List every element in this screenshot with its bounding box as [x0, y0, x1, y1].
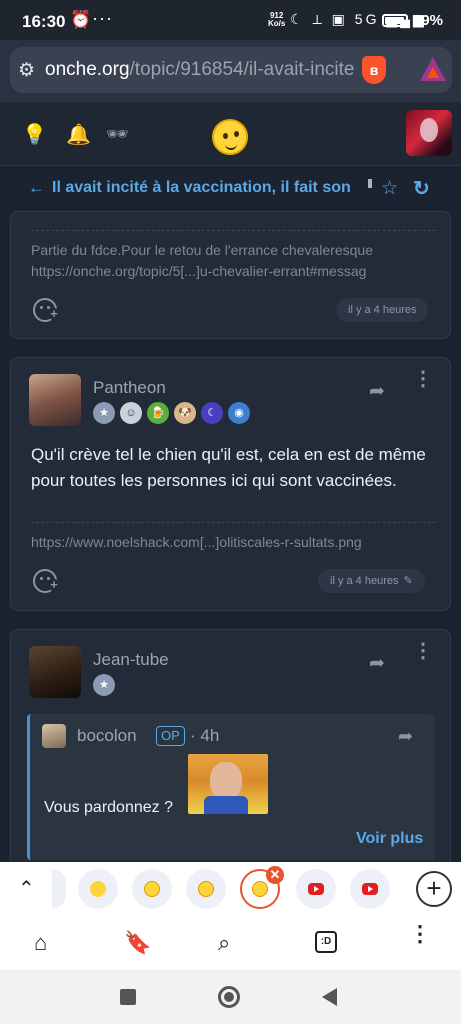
url-text[interactable]: onche.org/topic/916854/il-avait-incite: [45, 59, 360, 81]
topic-header: ← Il avait incité à la vaccination, il f…: [0, 167, 461, 211]
user-avatar[interactable]: [406, 110, 452, 156]
menu-icon[interactable]: ⋮: [409, 923, 431, 945]
op-badge: OP: [156, 726, 185, 746]
more-notifications-icon: ···: [92, 8, 113, 28]
tab-switcher-button[interactable]: :D: [315, 931, 337, 953]
share-icon[interactable]: ➦: [398, 726, 413, 747]
post-card: Pantheon ★ ☺ 🍺 🐶 ☾ ◉ ➦ ⋮ Qu'il crève tel le c…: [10, 357, 451, 611]
author-avatar[interactable]: [29, 646, 81, 698]
bell-icon[interactable]: 🔔: [66, 122, 91, 147]
tab-item[interactable]: [78, 869, 118, 909]
badge-star-icon[interactable]: ★: [93, 402, 115, 424]
post-time-text: il y a 4 heures: [330, 575, 399, 587]
url-host: onche.org: [45, 59, 130, 80]
author-avatar[interactable]: [29, 374, 81, 426]
collapse-up-icon[interactable]: ⌃: [18, 876, 35, 901]
post-body: Qu'il crève tel le chien qu'il est, cela…: [31, 445, 426, 490]
badge-beer-icon[interactable]: 🍺: [147, 402, 169, 424]
badge-list: ★ ☺ 🍺 🐶 ☾ ◉: [93, 402, 255, 424]
bookmark-icon[interactable]: 🔖: [124, 930, 151, 956]
post-time[interactable]: il y a 4 heures ✎: [318, 569, 425, 593]
quote-author-name[interactable]: bocolon: [77, 726, 137, 746]
tab-item[interactable]: [296, 869, 336, 909]
browser-toolbar: ⚙ onche.org/topic/916854/il-avait-incite…: [0, 40, 461, 102]
edit-icon: ✎: [403, 575, 413, 587]
add-reaction-icon[interactable]: [33, 569, 60, 593]
badge-moon-icon[interactable]: ☾: [201, 402, 223, 424]
quote-body: Vous pardonnez ?: [44, 799, 173, 816]
badge-eye-icon[interactable]: ◉: [228, 402, 250, 424]
address-bar[interactable]: ⚙ onche.org/topic/916854/il-avait-incite…: [10, 47, 452, 93]
site-settings-icon[interactable]: ⚙: [18, 59, 35, 82]
signature-link[interactable]: https://onche.org/topic/5[...]u-chevalie…: [31, 261, 366, 282]
network-speed: 912 Ko/s: [268, 12, 285, 28]
author-name[interactable]: Jean-tube: [93, 650, 169, 670]
lightbulb-icon[interactable]: 💡: [22, 122, 47, 147]
alarm-icon: ⏰: [70, 10, 92, 29]
signature-divider: [31, 522, 436, 523]
share-icon[interactable]: ➦: [369, 380, 385, 403]
back-arrow-icon[interactable]: ←: [28, 178, 45, 198]
signature-divider: [31, 230, 436, 231]
clock: 16:30: [22, 12, 66, 31]
share-icon[interactable]: ➦: [369, 652, 385, 675]
battery-icon: [382, 14, 408, 27]
brave-rewards-icon[interactable]: [420, 57, 446, 81]
post-card: Partie du fdce.Pour le retou de l'erranc…: [10, 211, 451, 339]
badge-star-icon[interactable]: ★: [93, 674, 115, 696]
url-path: /topic/916854/il-avait-incite: [129, 59, 355, 80]
site-header: 💡 🔔 🕶: [0, 102, 461, 166]
onche-logo-icon[interactable]: [212, 119, 248, 155]
quote-image[interactable]: [188, 754, 268, 814]
incognito-icon[interactable]: 🕶: [106, 124, 129, 145]
onche-favicon-icon: [198, 881, 214, 897]
search-icon[interactable]: ⌕: [218, 930, 230, 956]
see-more-link[interactable]: Voir plus: [356, 830, 423, 848]
badge-figure-icon[interactable]: ☺: [120, 402, 142, 424]
bottom-toolbar: ⌂ 🔖 ⌕ :D ⋮: [0, 918, 461, 970]
topic-title[interactable]: Il avait incité à la vaccination, il fai…: [52, 179, 358, 197]
refresh-icon[interactable]: ↻: [413, 176, 430, 201]
battery-percent: 89%: [413, 12, 444, 29]
onche-favicon-icon: [252, 881, 268, 897]
favicon-dot-icon: [90, 881, 106, 897]
add-reaction-icon[interactable]: [33, 298, 60, 322]
quote-author-avatar[interactable]: [42, 724, 66, 748]
more-options-icon[interactable]: ⋮: [413, 641, 433, 661]
recents-icon[interactable]: [120, 989, 136, 1005]
scroll-marker: [368, 179, 372, 188]
youtube-favicon-icon: [308, 883, 324, 895]
quoted-message: bocolon OP · 4h ➦ Vous pardonnez ? Voir …: [27, 714, 435, 860]
tab-item[interactable]: [186, 869, 226, 909]
back-icon[interactable]: [322, 988, 337, 1006]
post-card: Jean-tube ★ ➦ ⋮ bocolon OP · 4h ➦ Vous p…: [10, 629, 451, 869]
new-tab-icon[interactable]: +: [416, 871, 452, 907]
badge-list: ★: [93, 674, 120, 696]
signature-link[interactable]: https://www.noelshack.com[...]olitiscale…: [31, 532, 362, 553]
tab-strip: ⌃ +: [0, 862, 461, 918]
onche-favicon-icon: [144, 881, 160, 897]
status-bar: 16:30 ⏰ ··· 912 Ko/s ☾ ⟂ ▣ 5G ▂▄▆ 89%: [0, 0, 461, 40]
network-speed-unit: Ko/s: [268, 19, 286, 28]
author-name[interactable]: Pantheon: [93, 378, 166, 398]
tab-item[interactable]: [350, 869, 390, 909]
tab-partial[interactable]: [52, 869, 66, 909]
badge-dog-icon[interactable]: 🐶: [174, 402, 196, 424]
close-tab-icon[interactable]: ✕: [266, 866, 284, 884]
system-navigation: [0, 970, 461, 1024]
youtube-favicon-icon: [362, 883, 378, 895]
more-options-icon[interactable]: ⋮: [413, 369, 433, 389]
quote-time: · 4h: [190, 726, 220, 745]
star-icon[interactable]: ☆: [381, 177, 398, 200]
home-icon[interactable]: ⌂: [34, 930, 47, 956]
tab-item[interactable]: [132, 869, 172, 909]
post-time[interactable]: il y a 4 heures: [336, 298, 429, 322]
signature-line: Partie du fdce.Pour le retou de l'erranc…: [31, 242, 373, 258]
brave-shields-icon[interactable]: ʙ: [362, 56, 386, 84]
home-button-icon[interactable]: [218, 986, 240, 1008]
